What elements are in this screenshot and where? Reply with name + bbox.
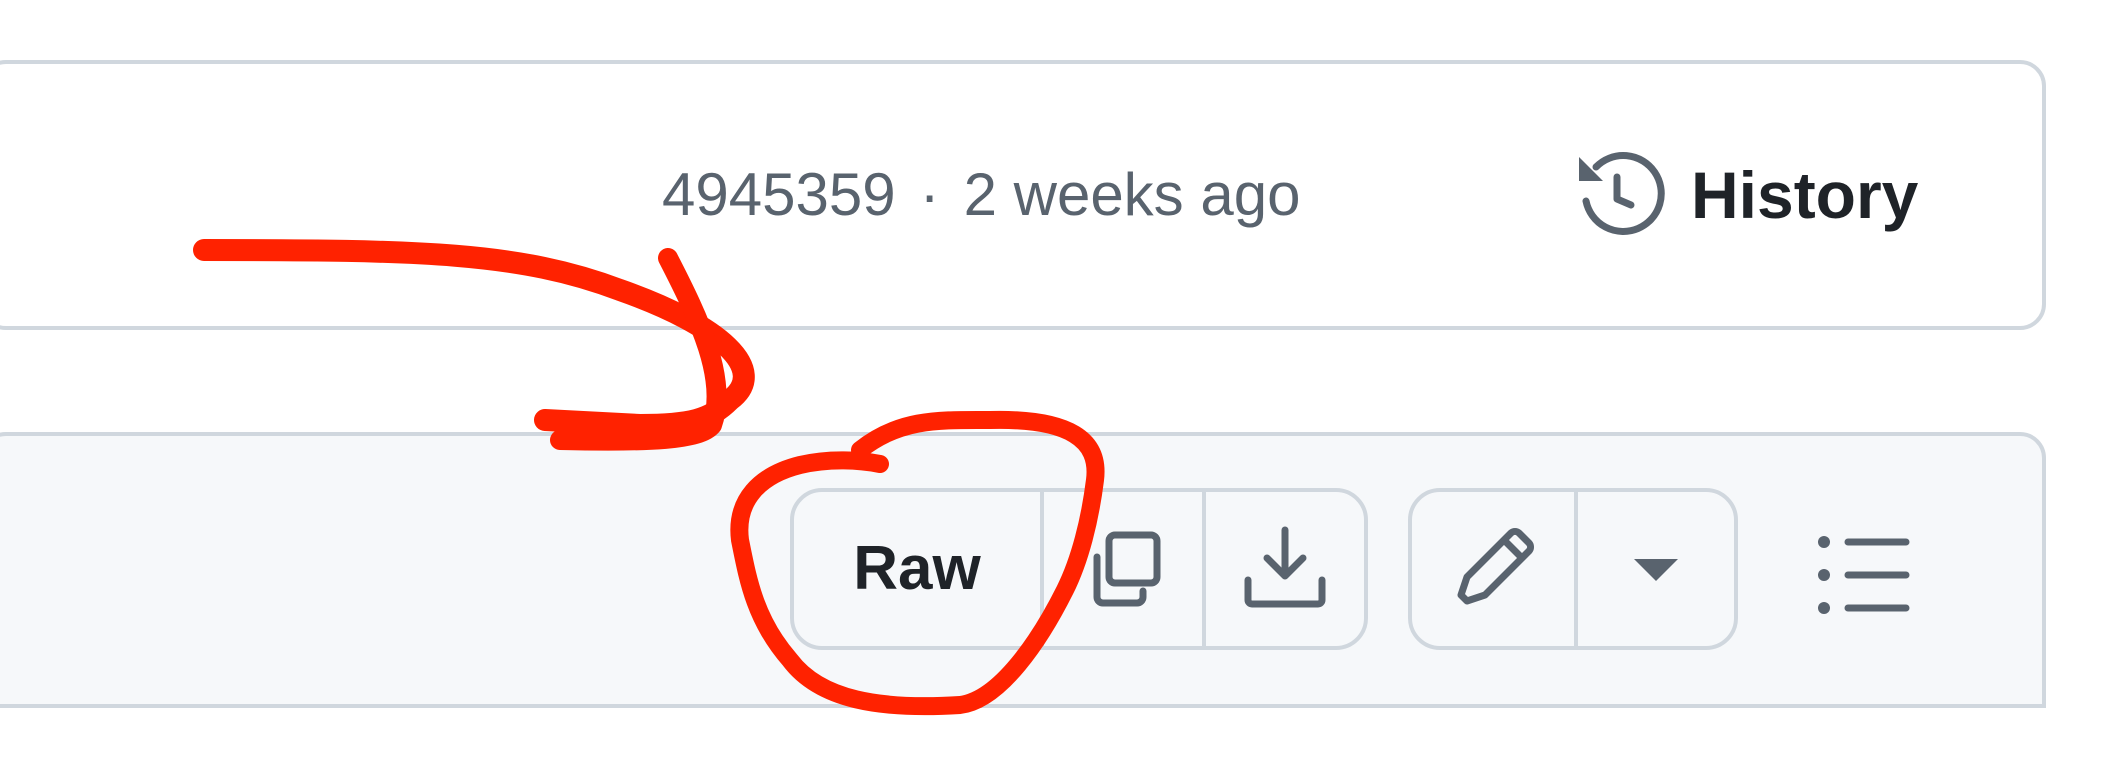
commit-time: 2 weeks ago [963, 161, 1301, 228]
commit-hash[interactable]: 4945359 [662, 161, 896, 228]
download-icon [1240, 524, 1330, 614]
history-label: History [1691, 158, 1919, 232]
more-edit-options-button[interactable] [1574, 492, 1734, 646]
raw-label: Raw [853, 534, 981, 603]
commit-separator: · [919, 161, 940, 228]
download-raw-button[interactable] [1202, 492, 1364, 646]
file-actions-group: Raw [790, 488, 1368, 650]
history-icon [1565, 143, 1669, 247]
raw-button[interactable]: Raw [794, 492, 1040, 646]
triangle-down-icon [1632, 555, 1680, 583]
pencil-icon [1447, 523, 1539, 615]
history-link[interactable]: History [1565, 140, 1918, 250]
copy-raw-button[interactable] [1040, 492, 1202, 646]
edit-file-button[interactable] [1412, 492, 1574, 646]
symbols-outline-button[interactable] [1804, 520, 1924, 630]
copy-icon [1083, 529, 1163, 609]
edit-actions-group [1408, 488, 1738, 650]
commit-meta: 4945359 · 2 weeks ago [662, 160, 1300, 230]
list-unordered-icon [1816, 532, 1912, 618]
